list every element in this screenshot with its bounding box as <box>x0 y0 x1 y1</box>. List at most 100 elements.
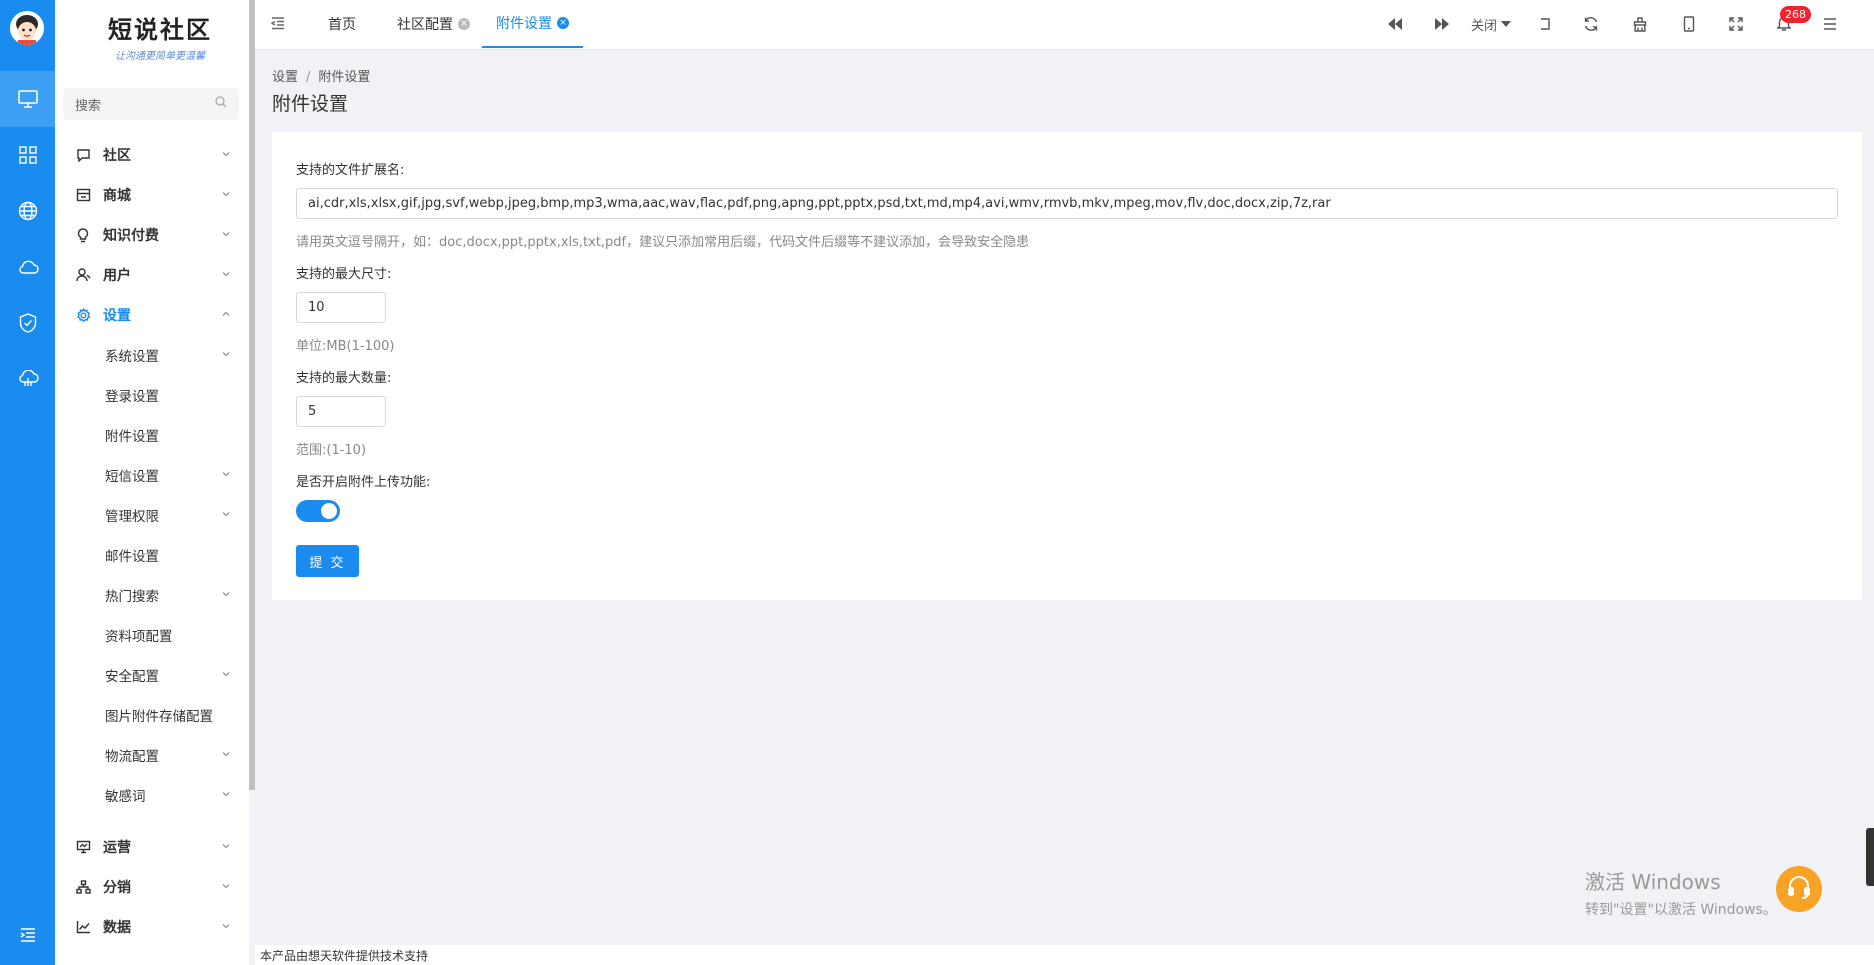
close-tabs-label: 关闭 <box>1471 18 1498 34</box>
footer: 本产品由想天软件提供技术支持 <box>255 945 1874 965</box>
fullscreen-icon[interactable] <box>1729 14 1743 34</box>
breadcrumb-current: 附件设置 <box>318 70 371 85</box>
menu-item-label: 设置 <box>103 308 131 324</box>
chevron-down-icon <box>221 227 231 243</box>
sub-item-attachment[interactable]: 附件设置 <box>55 415 249 455</box>
cloud-network-icon[interactable] <box>0 351 55 407</box>
max-count-help: 范围:(1-10) <box>296 443 367 458</box>
clear-cache-icon[interactable] <box>1633 14 1647 34</box>
more-menu-icon[interactable] <box>1823 14 1837 34</box>
back-icon[interactable] <box>1538 14 1552 34</box>
headset-icon <box>1786 874 1812 904</box>
sidebar-search-placeholder: 搜索 <box>75 98 102 114</box>
menu-item-data[interactable]: 数据 <box>55 907 249 947</box>
sub-item-system[interactable]: 系统设置 <box>55 335 249 375</box>
cloud-icon[interactable] <box>0 239 55 295</box>
sidebar-toggle-icon[interactable] <box>270 16 285 34</box>
chevron-down-icon <box>221 667 231 683</box>
sub-item-label: 物流配置 <box>105 749 159 765</box>
scroll-left-icon[interactable] <box>1388 14 1402 34</box>
menu-item-knowledge[interactable]: 知识付费 <box>55 215 249 255</box>
shield-icon[interactable] <box>0 295 55 351</box>
tab-home[interactable]: 首页 <box>328 0 356 48</box>
customer-support-button[interactable] <box>1776 866 1822 912</box>
chevron-down-icon <box>221 747 231 763</box>
sub-item-label: 系统设置 <box>105 349 159 365</box>
close-icon[interactable]: × <box>557 17 569 29</box>
notification-badge: 268 <box>1780 6 1811 23</box>
menu-item-operations[interactable]: 运营 <box>55 827 249 867</box>
submit-button[interactable]: 提 交 <box>296 545 359 577</box>
chevron-down-icon <box>221 879 231 895</box>
presentation-icon <box>75 839 91 855</box>
menu-item-label: 分销 <box>103 880 131 896</box>
sidebar: 短说社区 让沟通更简单更温馨 搜索 社区 商城 知识付费 用户 设置 系统设置 … <box>55 0 249 965</box>
search-icon <box>215 96 227 112</box>
ext-input[interactable]: ai,cdr,xls,xlsx,gif,jpg,svf,webp,jpeg,bm… <box>296 188 1838 219</box>
sub-item-sms[interactable]: 短信设置 <box>55 455 249 495</box>
user-avatar[interactable] <box>10 11 44 45</box>
max-count-input[interactable]: 5 <box>296 396 386 427</box>
close-tabs-dropdown[interactable]: 关闭 <box>1471 14 1512 34</box>
max-size-help: 单位:MB(1-100) <box>296 339 395 354</box>
sub-item-storage[interactable]: 图片附件存储配置 <box>55 695 249 735</box>
sub-item-label: 管理权限 <box>105 509 159 525</box>
sidebar-menu: 社区 商城 知识付费 用户 设置 系统设置 登录设置 附件设置 短信设置 管理权… <box>55 135 249 947</box>
chevron-down-icon <box>221 267 231 283</box>
mobile-icon[interactable] <box>1683 14 1695 34</box>
icon-rail <box>0 0 55 965</box>
scroll-right-icon[interactable] <box>1435 14 1449 34</box>
gear-icon <box>75 307 91 323</box>
sub-item-logistics[interactable]: 物流配置 <box>55 735 249 775</box>
page-title: 附件设置 <box>272 93 349 115</box>
chevron-down-icon <box>221 839 231 855</box>
sub-item-label: 邮件设置 <box>105 549 159 565</box>
topbar: 首页 社区配置 × 附件设置 × 关闭 <box>255 0 1874 50</box>
tab-label: 附件设置 <box>496 16 552 32</box>
max-size-input[interactable]: 10 <box>296 292 386 323</box>
max-size-label: 支持的最大尺寸: <box>296 267 392 282</box>
tab-community-config[interactable]: 社区配置 × <box>397 0 470 48</box>
chevron-up-icon <box>221 307 231 323</box>
menu-item-label: 数据 <box>103 920 131 936</box>
menu-item-community[interactable]: 社区 <box>55 135 249 175</box>
menu-item-distribution[interactable]: 分销 <box>55 867 249 907</box>
chevron-down-icon <box>221 147 231 163</box>
menu-item-settings[interactable]: 设置 <box>55 295 249 335</box>
ext-label: 支持的文件扩展名: <box>296 163 405 178</box>
menu-item-label: 用户 <box>103 268 131 284</box>
enable-upload-toggle[interactable] <box>296 500 340 522</box>
sub-item-login[interactable]: 登录设置 <box>55 375 249 415</box>
sub-item-label: 登录设置 <box>105 389 159 405</box>
chat-icon <box>75 147 91 163</box>
refresh-icon[interactable] <box>1583 14 1599 34</box>
close-icon[interactable]: × <box>458 18 470 30</box>
menu-fold-icon[interactable] <box>0 923 55 947</box>
max-count-label: 支持的最大数量: <box>296 371 392 386</box>
menu-item-store[interactable]: 商城 <box>55 175 249 215</box>
breadcrumb-root[interactable]: 设置 <box>272 70 298 85</box>
sub-item-email[interactable]: 邮件设置 <box>55 535 249 575</box>
sub-item-label: 安全配置 <box>105 669 159 685</box>
sidebar-scrollbar[interactable] <box>249 0 255 790</box>
sub-item-security[interactable]: 安全配置 <box>55 655 249 695</box>
sub-item-hot-search[interactable]: 热门搜索 <box>55 575 249 615</box>
menu-item-label: 运营 <box>103 840 131 856</box>
logo[interactable]: 短说社区 让沟通更简单更温馨 <box>95 10 225 66</box>
side-panel-handle[interactable] <box>1866 828 1874 886</box>
sub-item-sensitive-words[interactable]: 敏感词 <box>55 775 249 815</box>
menu-item-users[interactable]: 用户 <box>55 255 249 295</box>
sub-item-profile-fields[interactable]: 资料项配置 <box>55 615 249 655</box>
tab-label: 首页 <box>328 17 356 33</box>
chevron-down-icon <box>221 467 231 483</box>
chevron-down-icon <box>221 787 231 803</box>
menu-item-label: 知识付费 <box>103 228 159 244</box>
globe-icon[interactable] <box>0 183 55 239</box>
windows-activation-watermark: 激活 Windows 转到"设置"以激活 Windows。 <box>1585 866 1777 919</box>
tab-attachment-settings[interactable]: 附件设置 × <box>482 0 583 48</box>
logo-subtitle: 让沟通更简单更温馨 <box>115 51 205 62</box>
monitor-icon[interactable] <box>0 71 55 127</box>
sidebar-search[interactable]: 搜索 <box>63 88 239 120</box>
sub-item-permissions[interactable]: 管理权限 <box>55 495 249 535</box>
grid-icon[interactable] <box>0 127 55 183</box>
